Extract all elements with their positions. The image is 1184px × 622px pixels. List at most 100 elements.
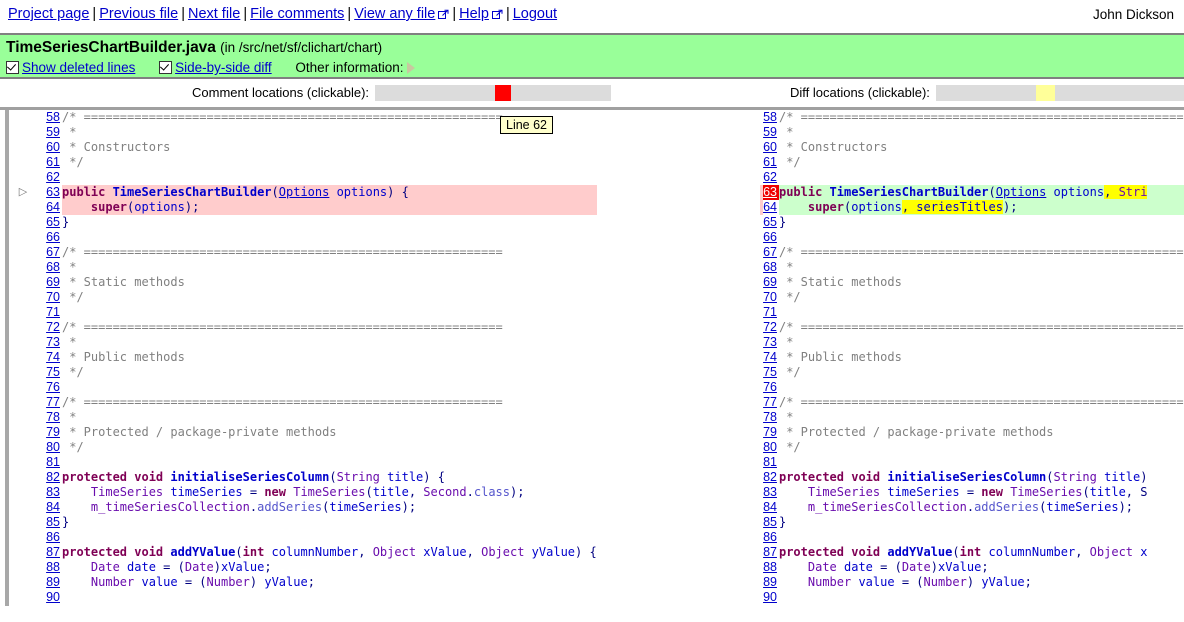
line-number[interactable]: 65 [32,215,62,230]
code-line-row: 88 Date date = (Date)xValue; [760,560,1184,575]
line-number[interactable]: 76 [32,380,62,395]
code-token[interactable]: Options [996,185,1047,199]
diff-locations-bar[interactable] [935,84,1184,101]
line-number[interactable]: 68 [763,260,779,275]
line-number[interactable]: 63 [32,185,62,200]
line-number[interactable]: 90 [763,590,779,605]
line-number[interactable]: 89 [32,575,62,590]
line-number[interactable]: 84 [32,500,62,515]
line-number[interactable]: 70 [763,290,779,305]
line-number[interactable]: 82 [763,470,779,485]
expand-triangle-icon[interactable]: ▷ [14,185,32,200]
line-number[interactable]: 81 [763,455,779,470]
code-line-content: super(options, seriesTitles); [778,200,1184,215]
code-line-content: */ [62,155,597,170]
line-number[interactable]: 75 [763,365,779,380]
code-line-content [62,455,597,470]
code-token: , [1075,545,1090,559]
line-number[interactable]: 59 [763,125,779,140]
line-number[interactable]: 73 [32,335,62,350]
line-number[interactable]: 89 [763,575,779,590]
line-number[interactable]: 72 [32,320,62,335]
code-line-row: 83 TimeSeries timeSeries = new TimeSerie… [14,485,597,500]
line-number[interactable]: 77 [763,395,779,410]
code-token: xValue [416,545,467,559]
nav-link-previous-file[interactable]: Previous file [99,6,178,22]
line-number[interactable]: 80 [763,440,779,455]
line-number[interactable]: 87 [32,545,62,560]
line-number[interactable]: 79 [763,425,779,440]
line-number[interactable]: 58 [32,110,62,125]
line-number[interactable]: 90 [32,590,62,605]
checkbox-checked-icon[interactable] [159,61,173,74]
line-number[interactable]: 81 [32,455,62,470]
line-number[interactable]: 88 [763,560,779,575]
nav-link-view-any-file[interactable]: View any file [354,6,435,22]
diff-location-marker[interactable] [1035,84,1055,101]
line-number[interactable]: 67 [763,245,779,260]
nav-link-help[interactable]: Help [459,6,489,22]
nav-link-logout[interactable]: Logout [513,6,557,22]
line-number[interactable]: 66 [32,230,62,245]
line-number[interactable]: 68 [32,260,62,275]
line-number[interactable]: 84 [763,500,779,515]
code-line-content [779,230,1184,245]
checkbox-checked-icon[interactable] [6,61,19,74]
line-number[interactable]: 88 [32,560,62,575]
line-number[interactable]: 74 [32,350,62,365]
line-number[interactable]: 67 [32,245,62,260]
line-number[interactable]: 86 [763,530,779,545]
line-number[interactable]: 78 [763,410,779,425]
line-number[interactable]: 62 [32,170,62,185]
line-number[interactable]: 69 [763,275,779,290]
line-number[interactable]: 85 [32,515,62,530]
line-number[interactable]: 59 [32,125,62,140]
line-number[interactable]: 75 [32,365,62,380]
line-number[interactable]: 79 [32,425,62,440]
line-number[interactable]: 85 [763,515,779,530]
line-number[interactable]: 58 [763,110,779,125]
line-number[interactable]: 87 [763,545,779,560]
line-number[interactable]: 71 [763,305,779,320]
code-token: columnNumber [981,545,1076,559]
line-number[interactable]: 61 [32,155,62,170]
line-number[interactable]: 82 [32,470,62,485]
line-number[interactable]: 76 [763,380,779,395]
comment-locations-bar[interactable] [375,84,612,101]
line-number[interactable]: 60 [32,140,62,155]
nav-link-next-file[interactable]: Next file [188,6,240,22]
code-token[interactable]: Options [279,185,330,199]
line-number[interactable]: 77 [32,395,62,410]
line-number[interactable]: 83 [32,485,62,500]
line-number[interactable]: 86 [32,530,62,545]
line-number[interactable]: 60 [763,140,779,155]
option-side-by-side-diff[interactable]: Side-by-side diff [159,59,272,75]
code-token: date [119,560,164,574]
line-number[interactable]: 73 [763,335,779,350]
line-number[interactable]: 80 [32,440,62,455]
line-number[interactable]: 66 [763,230,779,245]
line-number-commented[interactable]: 63 [763,185,779,200]
show-deleted-lines-link[interactable]: Show deleted lines [22,60,135,75]
line-number[interactable]: 64 [32,200,62,215]
line-number[interactable]: 74 [763,350,779,365]
line-number[interactable]: 83 [763,485,779,500]
line-number[interactable]: 72 [763,320,779,335]
line-number[interactable]: 65 [763,215,779,230]
line-number[interactable]: 70 [32,290,62,305]
nav-link-file-comments[interactable]: File comments [250,6,344,22]
line-number[interactable]: 62 [763,170,779,185]
other-information-group[interactable]: Other information: [295,60,416,75]
comment-location-marker[interactable] [495,84,511,101]
code-token: title [1096,470,1141,484]
option-show-deleted-lines[interactable]: Show deleted lines [6,59,135,75]
line-number[interactable]: 61 [763,155,779,170]
chevron-right-icon[interactable] [407,62,416,74]
line-number[interactable]: 78 [32,410,62,425]
line-number[interactable]: 71 [32,305,62,320]
side-by-side-diff-link[interactable]: Side-by-side diff [175,60,272,75]
nav-link-project-page[interactable]: Project page [8,6,89,22]
line-number[interactable]: 64 [763,200,779,215]
line-number[interactable]: 69 [32,275,62,290]
